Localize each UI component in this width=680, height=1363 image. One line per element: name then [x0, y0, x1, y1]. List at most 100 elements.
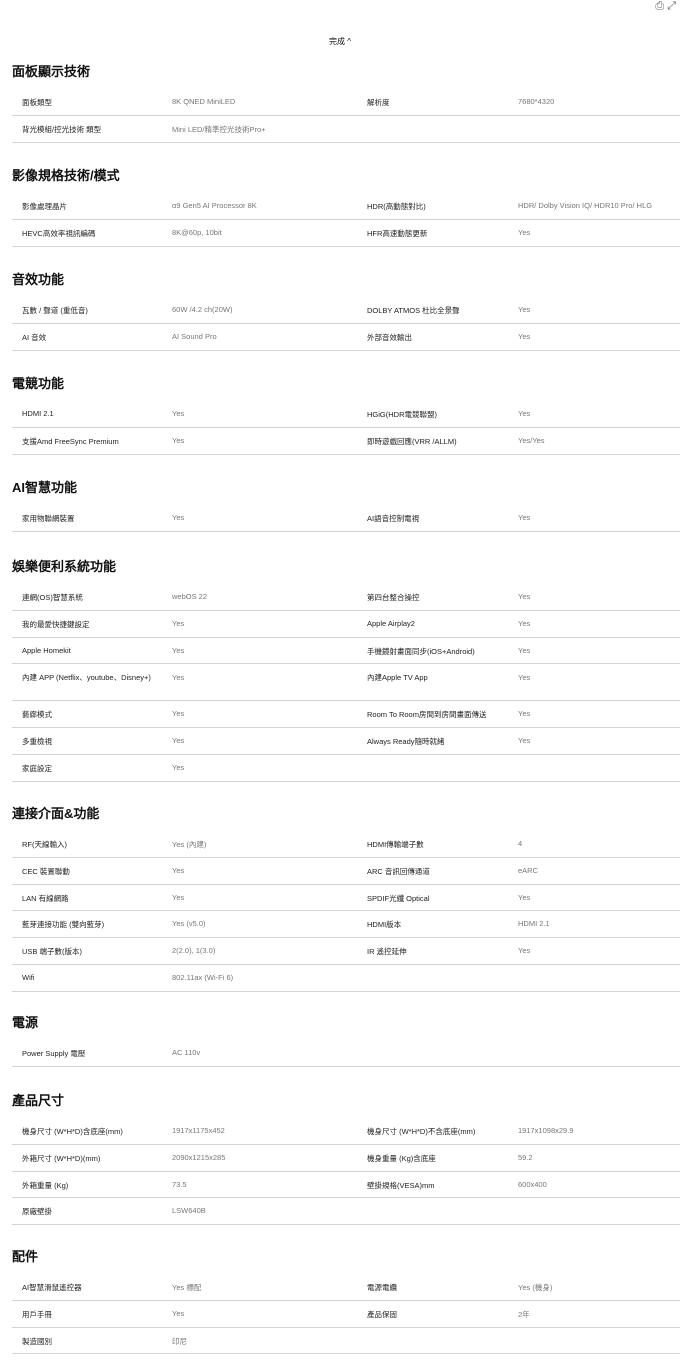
spec-value: Yes: [518, 892, 531, 902]
spec-value: AI Sound Pro: [172, 331, 217, 341]
spec-label: Always Ready隨時就緒: [367, 737, 445, 747]
spec-table: 面板類型 8K QNED MiniLED 解析度 7680*4320 背光模組/控光技術…: [12, 89, 680, 143]
spec-label: 用戶手冊: [22, 1309, 52, 1319]
section-title: 連接介面&功能: [12, 806, 100, 821]
spec-value: 60W /4.2 ch(20W): [172, 305, 233, 314]
spec-value: Yes: [172, 673, 185, 683]
spec-label: 外部音效輸出: [367, 332, 412, 342]
spec-label: 藍芽連接功能 (雙向藍芽): [22, 920, 105, 930]
section-picture: 影像規格技術/模式 影像處理晶片 α9 Gen5 AI Processor 8K HD…: [12, 166, 680, 247]
spec-label: 外箱尺寸 (W*H*D)(mm): [22, 1153, 101, 1163]
section-audio: 音效功能 瓦數 / 聲道 (重低音) 60W /4.2 ch(20W) DOLBY A…: [12, 270, 680, 351]
section-panel: 面板顯示技術 面板類型 8K QNED MiniLED 解析度 7680*4320 背光模…: [12, 62, 680, 143]
spec-table: 影像處理晶片 α9 Gen5 AI Processor 8K HDR(高動態對比) H…: [12, 193, 680, 247]
spec-label: 內建 APP (Netflix、youtube、Disney+): [22, 673, 151, 683]
spec-label: 內建Apple TV App: [367, 673, 428, 683]
spec-label: 電源電纜: [367, 1283, 397, 1292]
spec-value: Yes: [518, 946, 531, 956]
spec-row: 內建 APP (Netflix、youtube、Disney+) Yes 內建App…: [12, 664, 680, 702]
spec-value: Yes 標配: [172, 1283, 202, 1292]
spec-label: 即時遊戲回應(VRR /ALLM): [367, 436, 457, 446]
spec-label: 第四台整合操控: [367, 593, 420, 602]
spec-row: CEC 裝置聯動 Yes ARC 音訊回傳通道 eARC: [12, 858, 680, 885]
spec-row: HDMI 2.1 Yes HGiG(HDR電競聯盟) Yes: [12, 401, 680, 428]
spec-label: Power Supply 電壓: [22, 1049, 86, 1058]
spec-row: 藍芽連接功能 (雙向藍芽) Yes (v5.0) HDMI版本 HDMI 2.1: [12, 911, 680, 939]
spec-label: RF(天線輸入): [22, 840, 67, 849]
spec-value: Yes: [172, 865, 185, 875]
spec-value: 802.11ax (Wi-Fi 6): [172, 972, 234, 982]
spec-value: Yes: [518, 618, 531, 628]
spec-value: α9 Gen5 AI Processor 8K: [172, 201, 257, 210]
section-title: 面板顯示技術: [12, 64, 91, 79]
spec-value: Yes: [172, 892, 185, 902]
spec-table: 家用物聯網裝置 Yes AI語音控制電視 Yes: [12, 505, 680, 532]
spec-label: 瓦數 / 聲道 (重低音): [22, 306, 88, 315]
section-connectivity: 連接介面&功能 RF(天線輸入) Yes (內建) HDMI傳輸端子數 4 CEC 裝置聯…: [12, 804, 680, 992]
spec-label: AI語音控制電視: [367, 514, 420, 523]
spec-value: 8K QNED MiniLED: [172, 97, 236, 106]
spec-value: LSW640B: [172, 1206, 206, 1216]
spec-table: RF(天線輸入) Yes (內建) HDMI傳輸端子數 4 CEC 裝置聯動 Yes ARC…: [12, 831, 680, 992]
spec-label: USB 端子數(版本): [22, 947, 82, 957]
spec-row: Wifi 802.11ax (Wi-Fi 6): [12, 965, 680, 992]
spec-row: 藝廊模式 Yes Room To Room房間到房間畫面傳送 Yes: [12, 701, 680, 729]
section-title: 音效功能: [12, 272, 65, 287]
section-power: 電源 Power Supply 電壓 AC 110v: [12, 1013, 680, 1067]
spec-table: Power Supply 電壓 AC 110v: [12, 1040, 680, 1067]
spec-value: 73.5: [172, 1179, 187, 1189]
spec-row: 我的最愛快捷鍵設定 Yes Apple Airplay2 Yes: [12, 611, 680, 638]
spec-value: 2年: [518, 1309, 530, 1319]
spec-label: ARC 音訊回傳通道: [367, 866, 430, 876]
spec-value: Yes: [518, 513, 531, 522]
spec-value: Yes: [172, 618, 185, 628]
spec-label: HDMI傳輸端子數: [367, 840, 424, 849]
spec-label: 支援Amd FreeSync Premium: [22, 436, 119, 446]
spec-row: 支援Amd FreeSync Premium Yes 即時遊戲回應(VRR /ALL…: [12, 428, 680, 455]
spec-label: 外箱重量 (Kg): [22, 1180, 69, 1190]
spec-value: Yes: [518, 673, 531, 683]
spec-label: HDMI版本: [367, 920, 402, 930]
section-title: 電競功能: [12, 376, 65, 391]
spec-label: Apple Homekit: [22, 645, 71, 655]
spec-value: Yes: [518, 227, 531, 237]
section-dimensions: 產品尺寸 機身尺寸 (W*H*D)含底座(mm) 1917x1175x452 機身尺寸…: [12, 1091, 680, 1226]
spec-row: 用戶手冊 Yes 產品保固 2年: [12, 1301, 680, 1328]
spec-label: 機身尺寸 (W*H*D)含底座(mm): [22, 1127, 123, 1136]
spec-label: Room To Room房間到房間畫面傳送: [367, 710, 487, 720]
spec-table: 連網(OS)智慧系統 webOS 22 第四台整合操控 Yes 我的最愛快捷鍵設定 Yes…: [12, 584, 680, 782]
spec-value: 1917x1175x452: [172, 1126, 225, 1135]
spec-value: AC 110v: [172, 1048, 201, 1057]
collapse-toggle[interactable]: 完成 ^: [0, 36, 680, 47]
spec-label: 面板類型: [22, 98, 52, 107]
spec-value: 4: [518, 839, 523, 848]
spec-value: Yes: [518, 409, 531, 418]
spec-value: Mini LED/精準控光技術Pro+: [172, 124, 266, 134]
spec-value: Yes/Yes: [518, 435, 545, 445]
spec-value: eARC: [518, 865, 539, 875]
spec-value: Yes: [172, 645, 185, 655]
spec-row: HEVC高效率視訊編碼 8K@60p, 10bit HFR高速動態更新 Yes: [12, 220, 680, 247]
spec-value: Yes (v5.0): [172, 919, 206, 929]
spec-value: Yes: [518, 331, 531, 341]
spec-label: Wifi: [22, 972, 35, 982]
spec-value: 2090x1215x285: [172, 1152, 226, 1162]
spec-label: 壁掛規格(VESA)mm: [367, 1180, 435, 1190]
spec-label: 解析度: [367, 98, 390, 107]
spec-label: 機身重量 (Kg)含底座: [367, 1153, 436, 1163]
window-action-icons[interactable]: ⎙ ⤢: [655, 0, 676, 13]
spec-row: AI 音效 AI Sound Pro 外部音效輸出 Yes: [12, 324, 680, 351]
section-title: 電源: [12, 1015, 39, 1030]
spec-label: 我的最愛快捷鍵設定: [22, 619, 90, 629]
spec-value: Yes: [172, 709, 185, 719]
spec-label: AI智慧滑鼠遙控器: [22, 1283, 82, 1292]
spec-value: Yes (機身): [518, 1283, 553, 1292]
spec-row: USB 端子數(版本) 2(2.0), 1(3.0) IR 遙控延伸 Yes: [12, 938, 680, 965]
spec-row: AI智慧滑鼠遙控器 Yes 標配 電源電纜 Yes (機身): [12, 1274, 680, 1301]
spec-row: 外箱尺寸 (W*H*D)(mm) 2090x1215x285 機身重量 (Kg)含底…: [12, 1145, 680, 1172]
spec-value: Yes: [518, 709, 531, 719]
spec-label: AI 音效: [22, 332, 47, 342]
spec-label: 連網(OS)智慧系統: [22, 593, 83, 602]
section-ai: AI智慧功能 家用物聯網裝置 Yes AI語音控制電視 Yes: [12, 478, 680, 532]
section-accessories: 配件 AI智慧滑鼠遙控器 Yes 標配 電源電纜 Yes (機身) 用戶手冊 Yes 產品保固…: [12, 1247, 680, 1355]
